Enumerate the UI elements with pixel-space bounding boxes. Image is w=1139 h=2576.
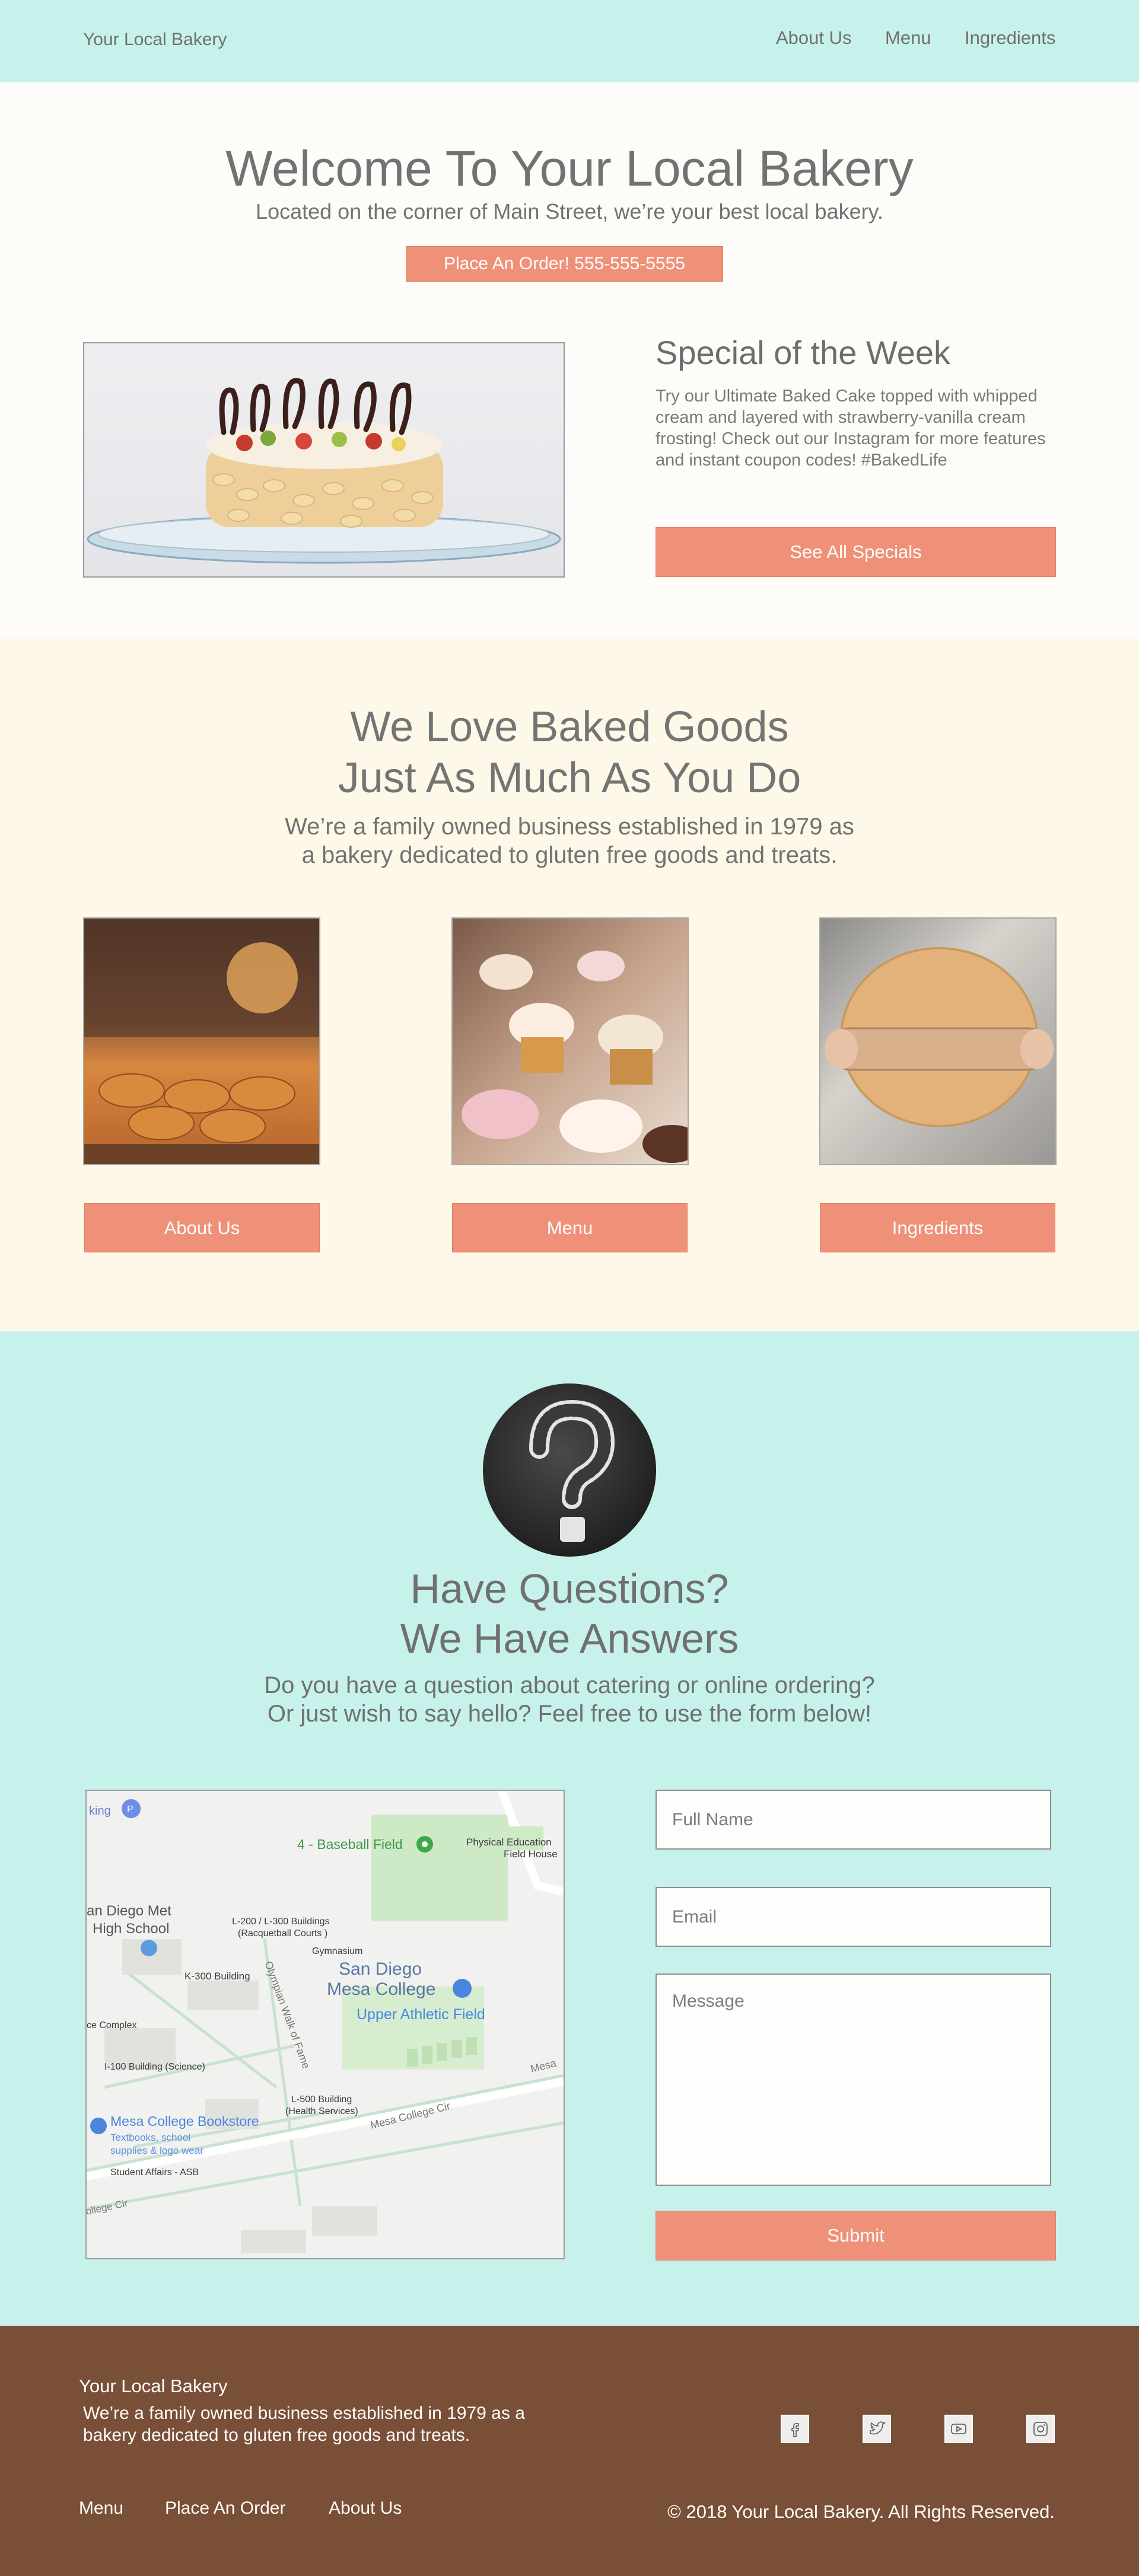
ingredients-card-button[interactable]: Ingredients (820, 1203, 1055, 1252)
rolling-dough-image (819, 917, 1057, 1165)
full-name-field[interactable] (656, 1790, 1051, 1850)
dough-illustration (825, 947, 1054, 1127)
contact-title: Have Questions? We Have Answers (0, 1564, 1139, 1663)
nav-ingredients[interactable]: Ingredients (965, 27, 1055, 49)
contact-subtitle: Do you have a question about catering or… (0, 1671, 1139, 1728)
special-description: Try our Ultimate Baked Cake topped with … (656, 387, 1046, 470)
svg-text:Upper Athletic Field: Upper Athletic Field (357, 2006, 485, 2023)
svg-text:High School: High School (93, 1921, 169, 1937)
svg-text:Student Affairs - ASB: Student Affairs - ASB (110, 2167, 199, 2178)
hero-subtitle: Located on the corner of Main Street, we… (256, 199, 883, 224)
svg-text:I-100 Building (Science): I-100 Building (Science) (104, 2062, 205, 2072)
svg-text:Field House: Field House (504, 1848, 558, 1860)
svg-text:(Racquetball Courts ): (Racquetball Courts ) (238, 1928, 327, 1939)
copyright-text: © 2018 Your Local Bakery. All Rights Res… (667, 2501, 1055, 2522)
bakery-pastries-image (83, 917, 320, 1165)
special-title: Special of the Week (656, 334, 951, 371)
header-brand[interactable]: Your Local Bakery (83, 30, 227, 50)
about-subtitle-line1: We’re a family owned business establishe… (285, 814, 854, 840)
contact-title-line1: Have Questions? (410, 1566, 729, 1612)
cake-illustration (87, 378, 561, 564)
hero-title: Welcome To Your Local Bakery (225, 141, 914, 196)
svg-text:Physical Education: Physical Education (466, 1837, 552, 1848)
instagram-icon[interactable] (1026, 2415, 1055, 2443)
footer-brand: Your Local Bakery (79, 2376, 228, 2396)
facebook-icon[interactable] (781, 2415, 809, 2443)
footer-link-about-us[interactable]: About Us (329, 2498, 402, 2518)
message-field[interactable] (656, 1974, 1051, 2186)
svg-text:(Health Services): (Health Services) (285, 2106, 358, 2116)
map-illustration: P king 4 - Baseball Field Physical Educa… (87, 1791, 564, 2258)
twitter-icon[interactable] (863, 2415, 891, 2443)
svg-text:L-200 / L-300 Buildings: L-200 / L-300 Buildings (232, 1917, 330, 1927)
svg-text:supplies & logo wear: supplies & logo wear (110, 2145, 203, 2156)
footer-link-place-order[interactable]: Place An Order (165, 2498, 285, 2518)
nav-about-us[interactable]: About Us (776, 27, 852, 49)
location-map[interactable]: P king 4 - Baseball Field Physical Educa… (85, 1790, 565, 2259)
svg-text:Mesa College: Mesa College (327, 1979, 435, 1999)
about-subtitle-line2: a bakery dedicated to gluten free goods … (301, 842, 838, 868)
about-us-card-button[interactable]: About Us (84, 1203, 320, 1252)
contact-subtitle-line1: Do you have a question about catering or… (264, 1672, 875, 1698)
cake-image (83, 342, 565, 578)
youtube-icon[interactable] (944, 2415, 973, 2443)
see-all-specials-button[interactable]: See All Specials (656, 527, 1056, 577)
svg-text:San Diego: San Diego (339, 1959, 422, 1979)
contact-title-line2: We Have Answers (400, 1615, 739, 1662)
about-title-line1: We Love Baked Goods (350, 703, 789, 751)
about-title: We Love Baked Goods Just As Much As You … (0, 702, 1139, 804)
svg-text:Gymnasium: Gymnasium (312, 1946, 362, 1956)
footer-description: We’re a family owned business establishe… (83, 2403, 525, 2445)
cupcakes-image (451, 917, 689, 1165)
menu-card-button[interactable]: Menu (452, 1203, 688, 1252)
about-subtitle: We’re a family owned business establishe… (0, 812, 1139, 869)
svg-text:ce Complex: ce Complex (87, 2020, 136, 2030)
svg-text:4 - Baseball Field: 4 - Baseball Field (297, 1837, 403, 1852)
about-title-line2: Just As Much As You Do (338, 754, 801, 802)
svg-text:Textbooks, school: Textbooks, school (110, 2132, 190, 2143)
submit-button[interactable]: Submit (656, 2211, 1056, 2261)
cupcakes-illustration (462, 951, 688, 1163)
svg-text:P: P (127, 1805, 133, 1815)
map-label-parking: king (89, 1805, 111, 1818)
place-order-button[interactable]: Place An Order! 555-555-5555 (406, 246, 723, 282)
question-mark-image (483, 1383, 656, 1557)
contact-subtitle-line2: Or just wish to say hello? Feel free to … (267, 1701, 872, 1727)
svg-text:Mesa College Bookstore: Mesa College Bookstore (110, 2113, 259, 2129)
site-footer (0, 2326, 1139, 2576)
footer-link-menu[interactable]: Menu (79, 2498, 123, 2518)
pastries-illustration (84, 919, 319, 1164)
question-mark-icon (529, 1399, 615, 1542)
svg-text:L-500 Building: L-500 Building (291, 2094, 352, 2105)
svg-text:K-300 Building: K-300 Building (184, 1971, 250, 1982)
email-field[interactable] (656, 1887, 1051, 1947)
nav-menu[interactable]: Menu (885, 27, 931, 49)
svg-text:an Diego Met: an Diego Met (87, 1903, 171, 1919)
